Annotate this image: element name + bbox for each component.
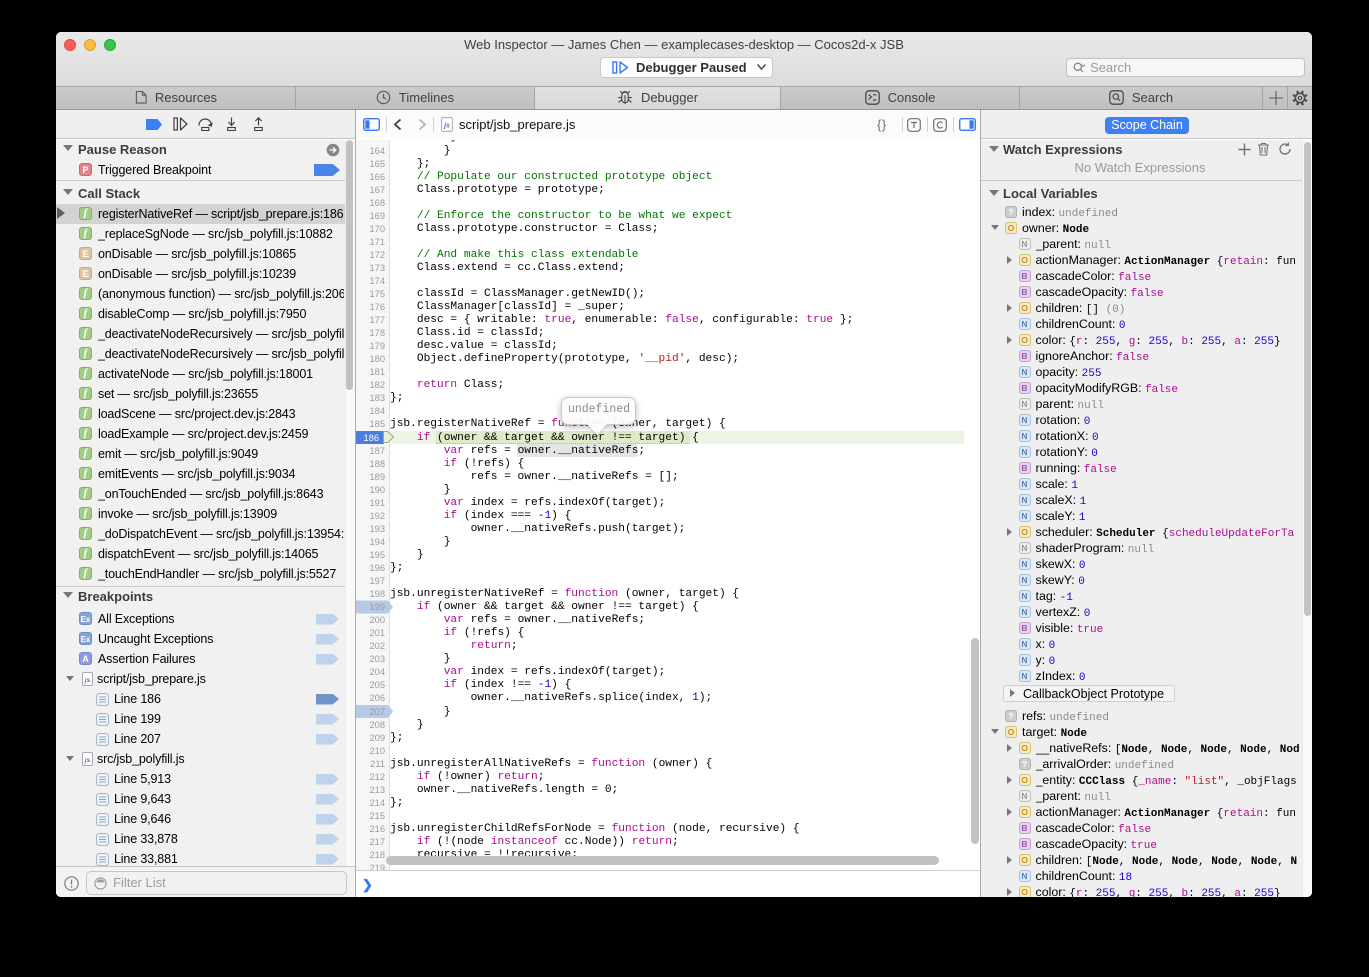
svg-text:js: js	[84, 677, 91, 684]
svg-text:js: js	[84, 757, 91, 764]
svg-text:js: js	[443, 123, 450, 130]
